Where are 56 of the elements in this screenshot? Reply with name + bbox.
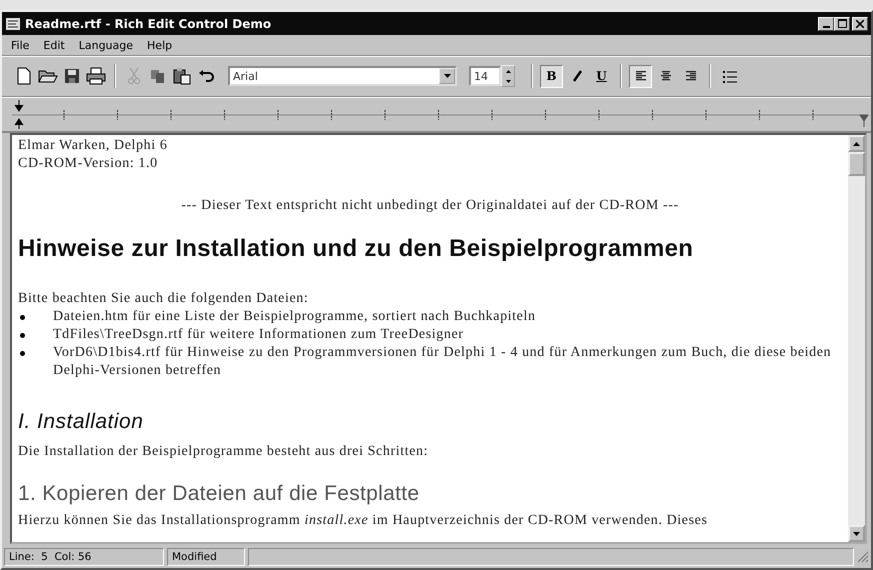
down-arrow-icon [853, 532, 860, 536]
close-icon [856, 20, 864, 28]
align-left-icon [634, 70, 646, 82]
align-left-button[interactable] [629, 64, 652, 88]
paragraph: --- Dieser Text entspricht nicht unbedingt der Originaldatei auf der CD-ROM --- [180, 197, 680, 215]
paragraph: Elmar Warken, Delphi 6 [18, 137, 168, 155]
printer-icon[interactable] [86, 67, 106, 85]
vertical-scrollbar[interactable] [848, 135, 865, 542]
bullet-list-icon [722, 70, 736, 82]
paragraph: CD-ROM-Version: 1.0 [18, 155, 159, 173]
maximize-button[interactable] [834, 16, 850, 30]
scroll-up-button[interactable] [848, 135, 865, 152]
close-button[interactable] [852, 16, 868, 30]
italic-icon [570, 70, 582, 82]
minimize-button[interactable] [818, 16, 834, 30]
open-folder-icon[interactable] [38, 68, 58, 84]
scroll-down-button[interactable] [848, 525, 865, 542]
paragraph: Die Installation der Beispielprogramme besteht aus drei Schritten: [18, 443, 430, 461]
paragraph: Bitte beachten Sie auch die folgenden Dateien: [18, 290, 310, 308]
bullet-icon [20, 351, 25, 356]
resize-grip-icon [857, 551, 869, 563]
font-name-combobox[interactable]: Arial [228, 66, 457, 86]
modified-status: Modified [167, 548, 245, 566]
subsection-heading: 1. Kopieren der Dateien auf die Festplatte [18, 481, 420, 507]
down-arrow-icon [506, 80, 510, 82]
section-heading: I. Installation [18, 410, 144, 434]
bullet-icon [20, 315, 25, 320]
bullet-icon [20, 333, 25, 338]
up-arrow-icon [506, 70, 510, 72]
clipboard-icon[interactable] [173, 67, 191, 85]
window-title: Readme.rtf - Rich Edit Control Demo [25, 16, 272, 30]
bold-button[interactable]: B [540, 64, 563, 88]
align-right-icon [684, 70, 696, 82]
paragraph: Hierzu können Sie das Installationsprogramm install.exe im Hauptverzeichnis der CD-ROM verwenden. Dieses [18, 512, 709, 530]
font-size-spinner[interactable] [501, 65, 515, 87]
menu-item[interactable]: File [6, 38, 34, 52]
menu-item[interactable]: Help [142, 38, 178, 52]
menu-item[interactable]: Language [74, 38, 138, 52]
dropdown-arrow-icon [444, 74, 450, 78]
copy-icon[interactable] [150, 68, 166, 84]
font-size-field[interactable]: 14 [469, 66, 501, 86]
list-item: TdFiles\TreeDsgn.rtf für weitere Informationen zum TreeDesigner [53, 326, 464, 344]
underline-button[interactable]: U [590, 64, 613, 88]
undo-icon[interactable] [198, 70, 214, 82]
cursor-position-status: Line: 5 Col: 56 [4, 548, 164, 566]
up-arrow-icon [853, 142, 860, 146]
list-item: VorD6\D1bis4.rtf für Hinweise zu den Programmversionen für Delphi 1 - 4 und für Anmerkungen zum Buch, die diese beiden Delphi-Versionen betreffen [53, 344, 832, 380]
app-icon [5, 16, 21, 32]
maximize-icon [838, 19, 846, 28]
align-center-icon [660, 70, 672, 82]
heading: Hinweise zur Installation und zu den Beispielprogrammen [18, 235, 694, 263]
menu-item[interactable]: Edit [38, 38, 70, 52]
list-item: Dateien.htm für eine Liste der Beispielprogramme, sortiert nach Buchkapiteln [53, 308, 536, 326]
new-document-icon[interactable] [16, 67, 32, 85]
scroll-thumb[interactable] [848, 152, 865, 176]
minimize-icon [822, 26, 830, 28]
